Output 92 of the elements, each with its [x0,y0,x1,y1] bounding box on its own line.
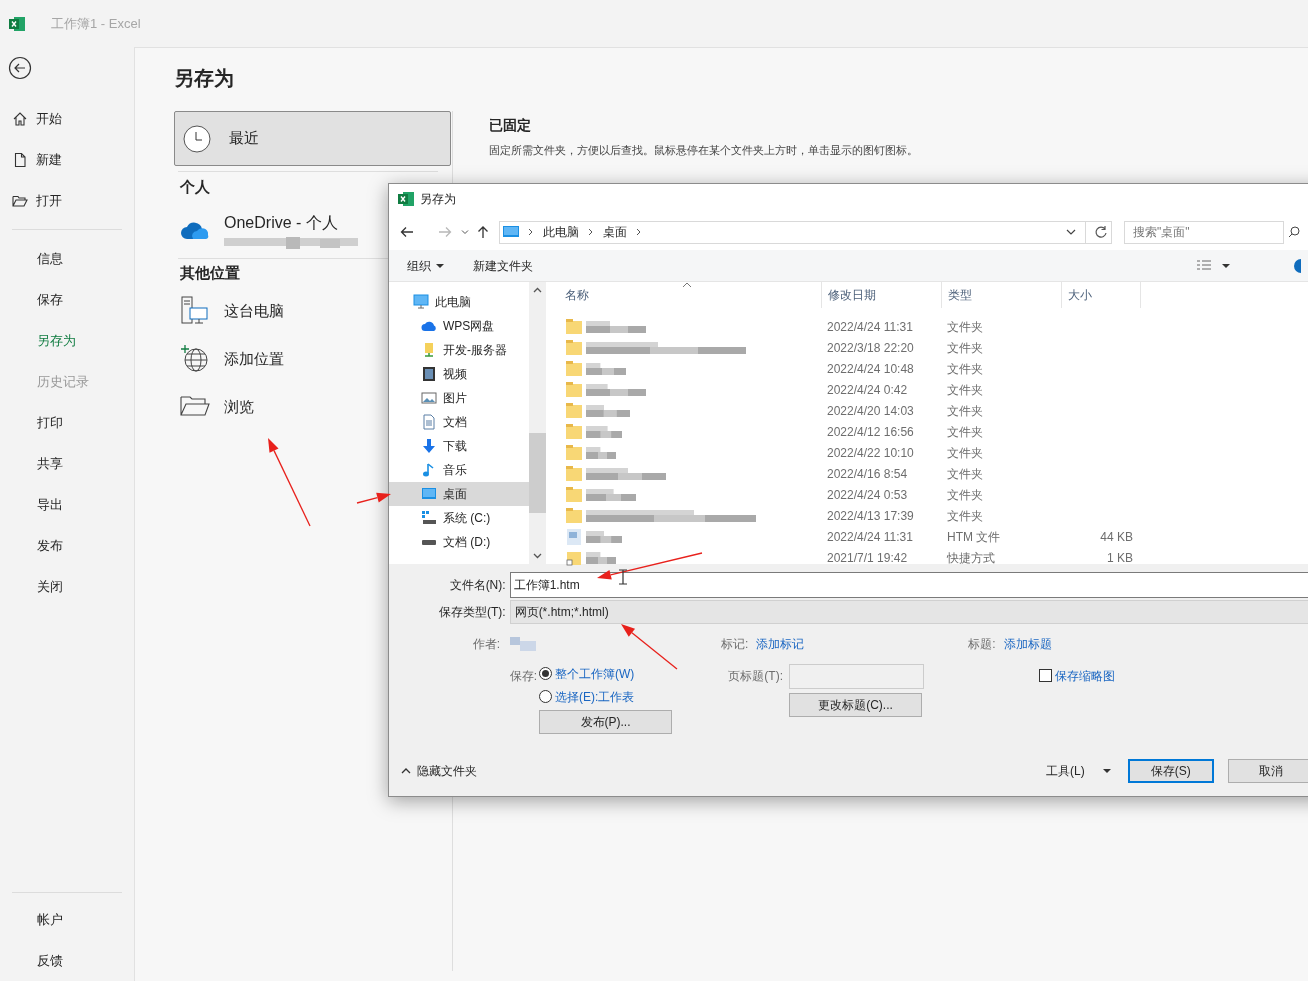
radio-label[interactable]: 整个工作簿(W) [555,664,635,683]
type-cell-text: 文件夹 [946,339,984,357]
date-cell-text: 2022/4/24 11:31 [826,528,914,546]
date-cell-text: 2022/4/24 11:31 [826,318,914,336]
type-cell-text: HTM 文件 [946,528,1002,546]
nav-item[interactable]: 导出 [37,494,63,515]
section-header: 已固定 [489,116,532,135]
nav-item[interactable]: 新建 [36,149,62,170]
type-cell-text: 文件夹 [946,486,984,504]
toolbar-button[interactable]: 组织 [407,256,444,275]
filename-field[interactable]: 工作簿1.htm [509,572,1308,598]
date-cell-text: 2022/4/24 0:42 [826,381,909,399]
tree-item[interactable]: 开发-服务器 [389,338,529,362]
nav-item[interactable]: 保存 [37,289,63,310]
dialog-title: 另存为 [420,191,456,208]
type-cell-text: 快捷方式 [946,549,996,567]
nav-item[interactable]: 打印 [37,412,63,433]
type-cell-text: 文件夹 [946,381,984,399]
breadcrumb-item[interactable]: 此电脑 [543,223,579,241]
type-cell-text: 文件夹 [946,360,984,378]
address-bar[interactable]: 此电脑 桌面 [499,220,1112,244]
date-cell-text: 2022/4/20 14:03 [826,402,915,420]
search-field[interactable]: 搜索"桌面" [1124,220,1284,244]
column-header[interactable]: 修改日期 [821,282,941,308]
page-title: 另存为 [174,66,235,91]
nav-item[interactable]: 反馈 [37,950,63,971]
tree-item[interactable]: 此电脑 [389,290,529,314]
tree-item[interactable]: 文档 [389,410,529,434]
date-cell-text: 2022/4/22 10:10 [826,444,915,462]
size-cell: 44 KB [1100,529,1133,544]
size-cell: 1 KB [1107,550,1133,565]
type-cell-text: 文件夹 [946,465,984,483]
tree-item[interactable]: 视频 [389,362,529,386]
window-title: 工作簿1 - Excel [51,14,141,33]
date-cell-text: 2022/3/18 22:20 [826,339,915,357]
nav-item[interactable]: 信息 [37,248,63,269]
date-cell-text: 2022/4/12 16:56 [826,423,915,441]
date-cell-text: 2022/4/24 0:53 [826,486,909,504]
tools-button[interactable]: 工具(L) [1046,762,1111,780]
add-title-link[interactable]: 添加标题 [1003,635,1052,653]
type-cell-text: 文件夹 [946,402,984,420]
date-cell-text: 2022/4/24 10:48 [826,360,915,378]
radio-label[interactable]: 选择(E):工作表 [555,687,635,706]
location-item[interactable]: 添加位置 [224,347,284,371]
save-button[interactable]: 保存(S) [1127,759,1214,783]
field-label: 标题: [968,636,996,653]
nav-item[interactable]: 另存为 [37,330,76,351]
location-item[interactable]: 这台电脑 [224,299,284,323]
column-header[interactable]: 类型 [941,282,1061,308]
tree-item[interactable]: 下载 [389,434,529,458]
nav-item[interactable]: 发布 [37,535,63,556]
field-label: 作者: [472,636,500,653]
hide-folders-button[interactable]: 隐藏文件夹 [401,762,477,780]
type-cell-text: 文件夹 [946,444,984,462]
field-label: 标记: [721,636,749,653]
nav-item[interactable]: 帐户 [37,909,63,930]
change-title-button[interactable]: 更改标题(C)... [789,693,922,717]
breadcrumb-item[interactable]: 桌面 [603,223,627,241]
add-tag-link[interactable]: 添加标记 [756,635,805,653]
nav-item[interactable]: 开始 [36,108,62,129]
tree-item[interactable]: WPS网盘 [389,314,529,338]
column-header[interactable]: 大小 [1061,282,1141,308]
tree-item[interactable]: 系统 (C:) [389,506,529,530]
tree-item[interactable]: 文档 (D:) [389,530,529,554]
field-label: 页标题(T): [728,668,783,685]
cancel-button[interactable]: 取消 [1227,759,1308,783]
tree-item[interactable]: 音乐 [389,458,529,482]
date-cell-text: 2022/4/13 17:39 [826,507,915,525]
recent-button[interactable]: 最近 [174,111,451,166]
publish-button[interactable]: 发布(P)... [539,710,672,734]
section-header: 个人 [180,176,210,197]
type-cell-text: 文件夹 [946,318,984,336]
column-header[interactable]: 名称 [548,282,821,308]
location-item[interactable]: OneDrive - 个人 [224,211,358,235]
location-item[interactable]: 浏览 [224,395,254,419]
field-label: 保存: [509,668,537,685]
type-cell-text: 文件夹 [946,507,984,525]
date-cell-text: 2021/7/1 19:42 [826,549,909,567]
field-label: 保存类型(T): [437,604,507,621]
toolbar-button[interactable]: 新建文件夹 [473,256,533,275]
tree-item[interactable]: 桌面 [389,482,529,506]
thumbnail-checkbox[interactable]: 保存缩略图 [1039,667,1115,685]
file-type-dropdown[interactable]: 网页(*.htm;*.html) [509,600,1308,624]
field-label: 文件名(N): [448,577,507,594]
nav-item[interactable]: 关闭 [37,576,63,597]
nav-item[interactable]: 打开 [36,190,62,211]
section-header: 其他位置 [180,262,240,283]
nav-item[interactable]: 共享 [37,453,63,474]
date-cell-text: 2022/4/16 8:54 [826,465,909,483]
tree-item[interactable]: 图片 [389,386,529,410]
description-text: 固定所需文件夹，方便以后查找。鼠标悬停在某个文件夹上方时，单击显示的图钉图标。 [489,143,918,158]
type-cell-text: 文件夹 [946,423,984,441]
